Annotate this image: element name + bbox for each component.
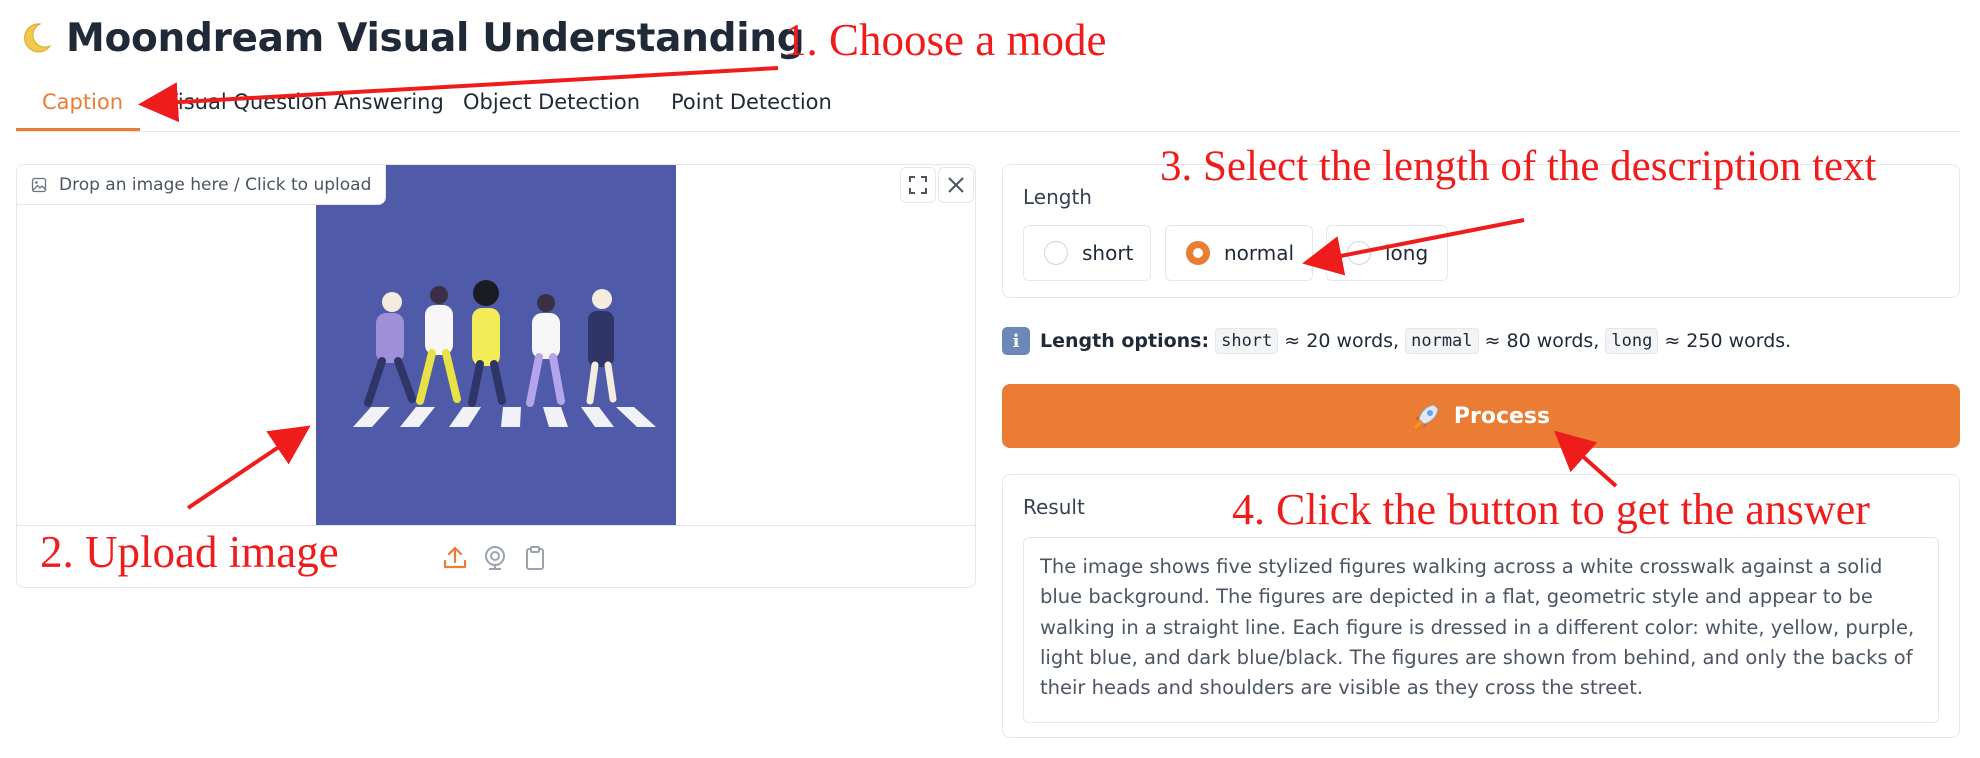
arrow-step2 [186,425,311,510]
arrow-step1 [138,66,779,123]
annotation-step4: 4. Click the button to get the answer [1232,485,1870,534]
arrow-step4 [1554,430,1618,488]
annotation-arrows [138,66,1618,510]
annotation-step3: 3. Select the length of the description … [1160,143,1877,190]
arrow-step3 [1302,218,1525,276]
annotation-step2: 2. Upload image [40,527,339,577]
annotation-step1: 1. Choose a mode [784,15,1107,65]
